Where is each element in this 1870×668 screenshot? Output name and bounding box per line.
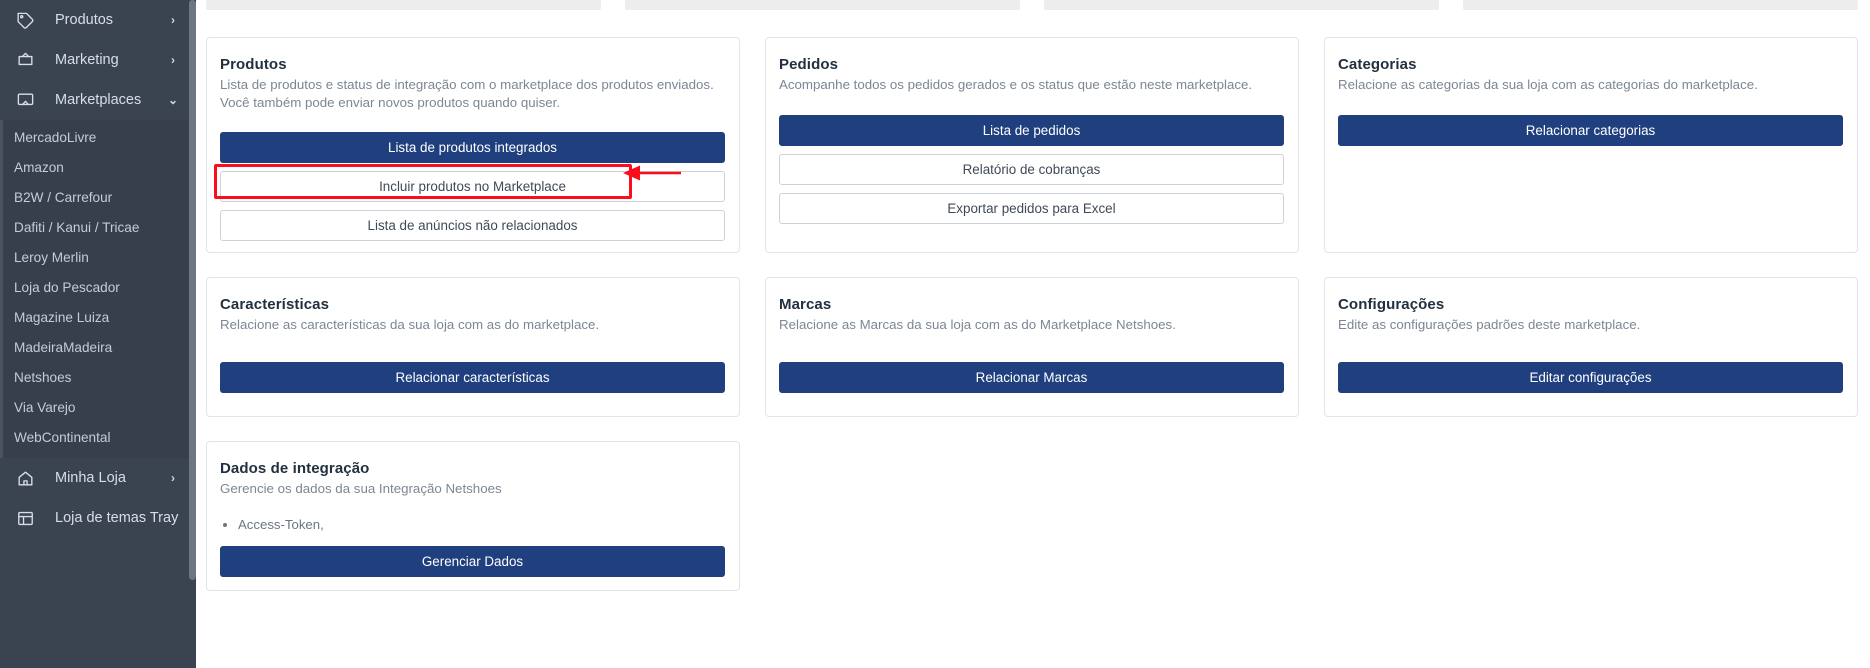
top-cutoff-block <box>206 0 601 10</box>
relacionar-caracteristicas-button[interactable]: Relacionar características <box>220 362 725 393</box>
tag-icon <box>14 9 36 31</box>
sidebar-subitem-madeiramadeira[interactable]: MadeiraMadeira <box>3 332 196 362</box>
column-3 <box>1324 441 1858 591</box>
sidebar-subitem-netshoes[interactable]: Netshoes <box>3 362 196 392</box>
sidebar-subitem-amazon[interactable]: Amazon <box>3 152 196 182</box>
chevron-right-icon: › <box>171 471 175 485</box>
card-pedidos: Pedidos Acompanhe todos os pedidos gerad… <box>765 37 1299 253</box>
column-3: Categorias Relacione as categorias da su… <box>1324 37 1858 253</box>
column-1: Produtos Lista de produtos e status de i… <box>206 37 740 253</box>
sidebar-item-label: Produtos <box>55 12 114 28</box>
gerenciar-dados-button[interactable]: Gerenciar Dados <box>220 546 725 578</box>
chevron-down-icon: ⌄ <box>167 93 179 107</box>
card-description: Relacione as características da sua loja… <box>220 317 600 332</box>
chevron-right-icon: › <box>171 53 175 67</box>
cards-row-3: Dados de integração Gerencie os dados da… <box>206 441 1858 591</box>
card-categorias: Categorias Relacione as categorias da su… <box>1324 37 1858 253</box>
card-description: Lista de produtos e status de integração… <box>220 77 714 110</box>
card-description: Acompanhe todos os pedidos gerados e os … <box>779 77 1253 92</box>
card-description: Relacione as Marcas da sua loja com as d… <box>779 317 1176 332</box>
card-title: Categorias <box>1338 56 1417 73</box>
cards-row-2: Características Relacione as característ… <box>206 277 1858 417</box>
sidebar-subitem-webcontinental[interactable]: WebContinental <box>3 422 196 452</box>
monitor-icon <box>14 89 36 111</box>
column-1: Características Relacione as característ… <box>206 277 740 417</box>
card-produtos: Produtos Lista de produtos e status de i… <box>206 37 740 253</box>
column-1: Dados de integração Gerencie os dados da… <box>206 441 740 591</box>
column-3: Configurações Edite as configurações pad… <box>1324 277 1858 417</box>
top-cutoff-block <box>625 0 1020 10</box>
card-description: Relacione as categorias da sua loja com … <box>1338 77 1758 92</box>
app-root: Produtos › Marketing › Marketplaces ⌄ Me… <box>0 0 1870 668</box>
megaphone-icon <box>14 49 36 71</box>
sidebar-item-loja-de-temas-tray[interactable]: Loja de temas Tray <box>0 498 196 538</box>
card-title: Dados de integração <box>220 460 370 477</box>
card-caracteristicas: Características Relacione as característ… <box>206 277 740 417</box>
cards-row-1: Produtos Lista de produtos e status de i… <box>206 37 1858 253</box>
column-2 <box>765 441 1299 591</box>
sidebar-submenu-marketplaces: MercadoLivre Amazon B2W / Carrefour Dafi… <box>0 120 196 458</box>
editar-configuracoes-button[interactable]: Editar configurações <box>1338 362 1843 393</box>
sidebar-item-label: Loja de temas Tray <box>55 510 179 526</box>
main-content: Produtos Lista de produtos e status de i… <box>196 0 1870 668</box>
sidebar-item-marketplaces[interactable]: Marketplaces ⌄ <box>0 80 196 120</box>
sidebar-subitem-dafiti[interactable]: Dafiti / Kanui / Tricae <box>3 212 196 242</box>
sidebar-item-label: Marketing <box>55 52 119 68</box>
relatorio-de-cobrancas-button[interactable]: Relatório de cobranças <box>779 154 1284 185</box>
card-title: Pedidos <box>779 56 839 73</box>
card-title: Produtos <box>220 56 287 73</box>
top-cutoff-block <box>1463 0 1858 10</box>
sidebar-scrollbar-thumb[interactable] <box>189 0 196 580</box>
sidebar-item-label: Marketplaces <box>55 92 142 108</box>
chevron-right-icon: › <box>171 13 175 27</box>
sidebar-item-produtos[interactable]: Produtos › <box>0 0 196 40</box>
card-title: Marcas <box>779 296 832 313</box>
relacionar-marcas-button[interactable]: Relacionar Marcas <box>779 362 1284 393</box>
exportar-pedidos-para-excel-button[interactable]: Exportar pedidos para Excel <box>779 193 1284 224</box>
lista-de-anuncios-nao-relacionados-button[interactable]: Lista de anúncios não relacionados <box>220 210 725 242</box>
sidebar-scrollbar[interactable] <box>189 0 196 668</box>
lista-de-pedidos-button[interactable]: Lista de pedidos <box>779 115 1284 146</box>
card-description: Gerencie os dados da sua Integração Nets… <box>220 481 502 496</box>
layout-icon <box>14 507 36 529</box>
column-2: Pedidos Acompanhe todos os pedidos gerad… <box>765 37 1299 253</box>
relacionar-categorias-button[interactable]: Relacionar categorias <box>1338 115 1843 146</box>
sidebar-item-minha-loja[interactable]: Minha Loja › <box>0 458 196 498</box>
card-title: Configurações <box>1338 296 1445 313</box>
sidebar-bottom-group: Minha Loja › Loja de temas Tray <box>0 458 196 538</box>
integration-data-list: Access-Token, <box>238 516 725 534</box>
sidebar-subitem-magazine-luiza[interactable]: Magazine Luiza <box>3 302 196 332</box>
sidebar-item-marketing[interactable]: Marketing › <box>0 40 196 80</box>
incluir-produtos-no-marketplace-button[interactable]: Incluir produtos no Marketplace <box>220 171 725 203</box>
home-icon <box>14 467 36 489</box>
top-cutoff-row <box>206 0 1858 10</box>
list-item: Access-Token, <box>238 516 725 534</box>
lista-de-produtos-integrados-button[interactable]: Lista de produtos integrados <box>220 132 725 164</box>
sidebar-subitem-loja-do-pescador[interactable]: Loja do Pescador <box>3 272 196 302</box>
card-marcas: Marcas Relacione as Marcas da sua loja c… <box>765 277 1299 417</box>
sidebar-item-label: Minha Loja <box>55 470 126 486</box>
column-2: Marcas Relacione as Marcas da sua loja c… <box>765 277 1299 417</box>
sidebar-subitem-mercadolivre[interactable]: MercadoLivre <box>3 122 196 152</box>
sidebar: Produtos › Marketing › Marketplaces ⌄ Me… <box>0 0 196 668</box>
sidebar-subitem-leroy-merlin[interactable]: Leroy Merlin <box>3 242 196 272</box>
card-title: Características <box>220 296 330 313</box>
card-description: Edite as configurações padrões deste mar… <box>1338 317 1641 332</box>
top-cutoff-block <box>1044 0 1439 10</box>
sidebar-subitem-b2w-carrefour[interactable]: B2W / Carrefour <box>3 182 196 212</box>
sidebar-subitem-via-varejo[interactable]: Via Varejo <box>3 392 196 422</box>
card-configuracoes: Configurações Edite as configurações pad… <box>1324 277 1858 417</box>
sidebar-top-group: Produtos › Marketing › Marketplaces ⌄ <box>0 0 196 120</box>
card-dados-de-integracao: Dados de integração Gerencie os dados da… <box>206 441 740 591</box>
